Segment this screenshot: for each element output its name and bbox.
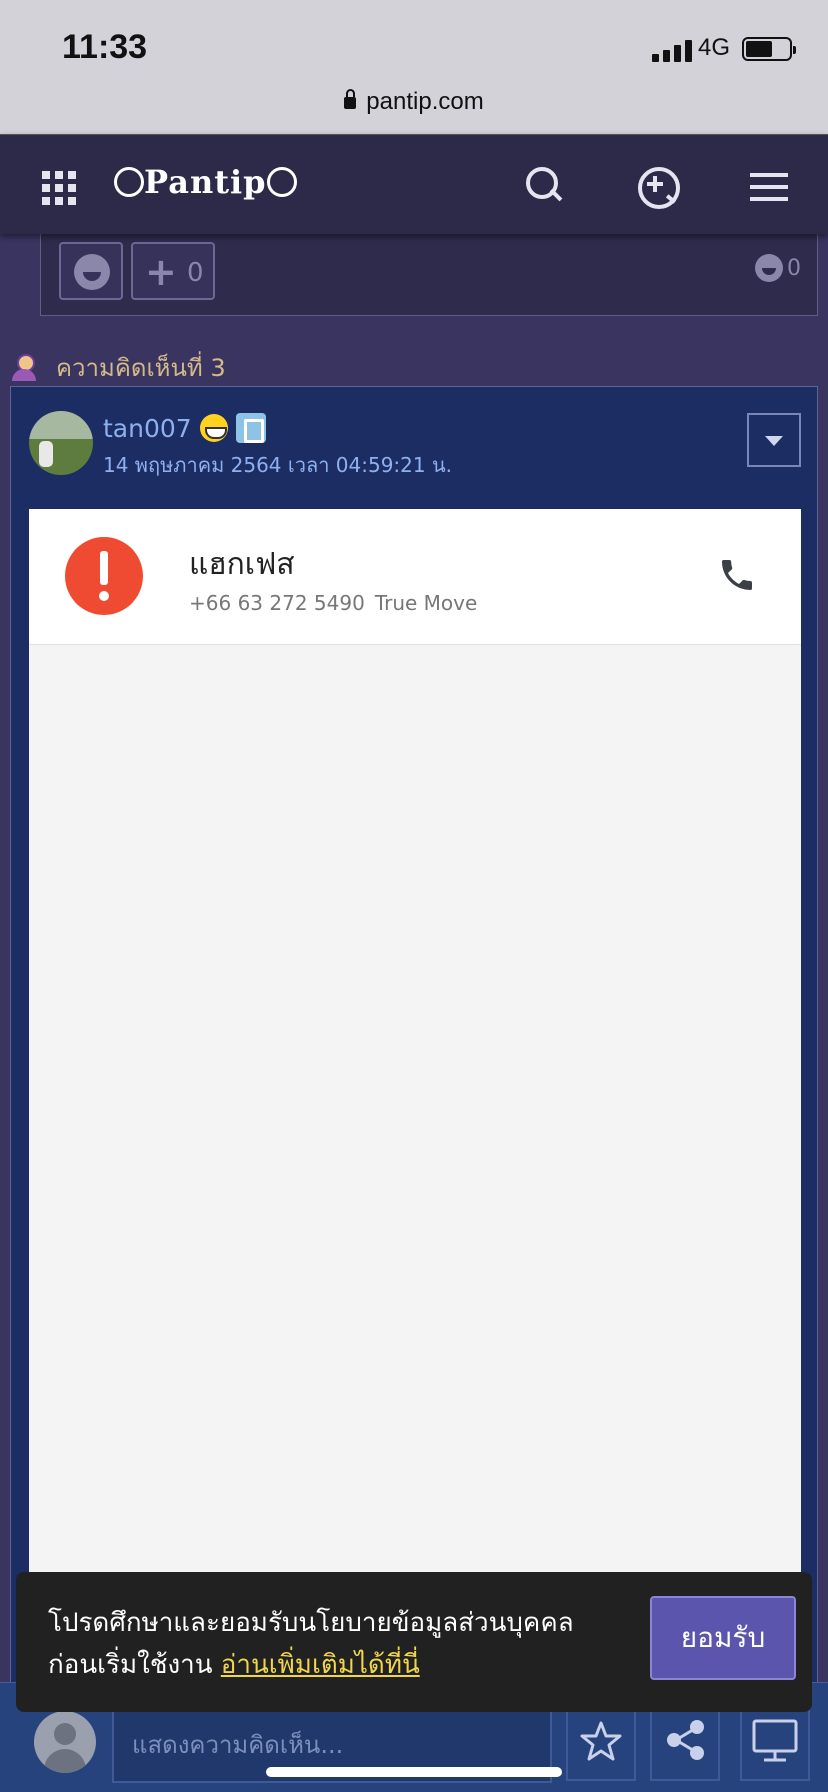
caller-phone-number: +66 63 272 5490 (189, 591, 365, 615)
cookie-message: โปรดศึกษาและยอมรับนโยบายข้อมูลส่วนบุคคล … (48, 1602, 608, 1686)
avatar[interactable] (29, 411, 93, 475)
accept-button[interactable]: ยอมรับ (650, 1596, 796, 1680)
caller-details: +66 63 272 5490 True Move (189, 591, 477, 615)
username-link[interactable]: tan007 (103, 414, 192, 443)
lock-icon (344, 88, 357, 109)
status-time: 11:33 (62, 28, 148, 66)
emotion-button[interactable] (59, 242, 123, 300)
comment-datetime: 14 พฤษภาคม 2564 เวลา 04:59:21 น. (103, 453, 452, 477)
star-icon (580, 1721, 622, 1761)
hamburger-menu-icon[interactable] (750, 173, 788, 201)
status-bar: 11:33 4G pantip.com (0, 0, 828, 134)
url-text: pantip.com (366, 88, 484, 115)
plus-vote-button[interactable]: + 0 (131, 242, 215, 300)
user-avatar-icon[interactable] (34, 1711, 96, 1773)
search-icon[interactable] (524, 165, 568, 209)
pantip-logo[interactable]: Pantip (114, 163, 297, 201)
cookie-text-line1: โปรดศึกษาและยอมรับนโยบายข้อมูลส่วนบุคคล (48, 1608, 574, 1638)
smile-icon (755, 254, 783, 282)
network-type: 4G (698, 34, 731, 61)
caller-carrier: True Move (374, 591, 478, 615)
phone-icon (722, 560, 752, 590)
plus-icon: + (145, 250, 177, 294)
plus-count: 0 (187, 258, 204, 288)
emotion-count: 0 (787, 255, 801, 281)
cookie-consent-banner: โปรดศึกษาและยอมรับนโยบายข้อมูลส่วนบุคคล … (16, 1572, 812, 1712)
previous-comment-footer: + 0 0 (40, 226, 818, 316)
alert-exclamation-icon (65, 537, 143, 615)
member-badge-icon (235, 413, 266, 443)
monitor-icon (752, 1719, 798, 1762)
caller-name: แฮกเฟส (189, 547, 295, 582)
call-log-row: แฮกเฟส +66 63 272 5490 True Move (29, 509, 801, 645)
battery-icon (742, 37, 796, 61)
signal-icon (652, 40, 692, 62)
emotion-summary[interactable]: 0 (755, 254, 801, 282)
comment-author: tan007 (103, 413, 266, 443)
home-indicator[interactable] (266, 1767, 562, 1777)
comment-number-label: ความคิดเห็นที่ 3 (10, 348, 226, 387)
comment-options-dropdown[interactable] (747, 413, 801, 467)
cookie-text-line2: ก่อนเริ่มใช้งาน (48, 1650, 213, 1680)
apps-grid-icon[interactable] (42, 171, 76, 205)
address-bar[interactable]: pantip.com (0, 88, 828, 116)
new-post-icon[interactable] (636, 165, 680, 209)
grin-emoji-icon (199, 414, 228, 442)
share-icon (667, 1720, 704, 1760)
smile-icon (74, 254, 110, 290)
read-more-link[interactable]: อ่านเพิ่มเติมได้ที่นี่ (221, 1650, 420, 1680)
comment-number-text: ความคิดเห็นที่ 3 (56, 354, 226, 382)
person-icon (10, 353, 38, 382)
site-header: Pantip (0, 134, 828, 234)
